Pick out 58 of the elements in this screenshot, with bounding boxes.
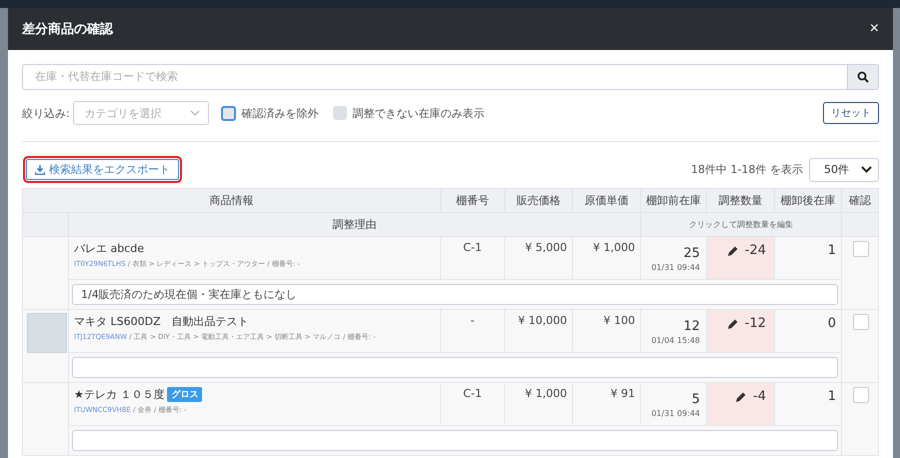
checkbox-label: 確認済みを除外: [242, 106, 319, 120]
close-button[interactable]: ×: [870, 20, 879, 38]
column-header: 棚卸後在庫: [774, 188, 842, 212]
table-cell: ¥ 5,000: [504, 236, 572, 280]
confirm-checkbox[interactable]: [853, 387, 869, 403]
reset-button[interactable]: リセット: [823, 102, 879, 124]
search-button[interactable]: [847, 64, 879, 90]
column-header: 販売価格: [504, 188, 572, 212]
search-icon: [857, 71, 869, 83]
column-header: 棚卸前在庫: [640, 188, 706, 212]
pencil-icon: [726, 244, 739, 256]
table-cell: ¥ 91: [572, 382, 640, 426]
table-cell: -: [440, 310, 504, 352]
column-header: 原価単価: [572, 188, 640, 212]
download-icon: [35, 164, 45, 174]
chevron-down-icon: [190, 110, 200, 116]
reason-field[interactable]: 1/4販売済のため現在個・実在庫ともになし: [72, 284, 838, 305]
pencil-icon: [735, 390, 748, 402]
filter-label: 絞り込み:: [22, 106, 70, 120]
table-cell: ¥ 100: [572, 310, 640, 352]
table-cell: ¥ 1,000: [504, 382, 572, 426]
stock-count: 25: [682, 246, 700, 261]
reason-field[interactable]: [72, 357, 838, 378]
column-header: 確認: [842, 188, 878, 212]
column-header: 商品情報: [22, 188, 440, 212]
reason-field[interactable]: [72, 430, 838, 451]
column-hint: クリックして調整数量を編集: [640, 212, 842, 236]
checkbox[interactable]: [220, 106, 236, 120]
column-header: 調整数量: [706, 188, 774, 212]
checkbox-label: 調整できない在庫のみ表示: [352, 106, 485, 120]
table-cell: C-1: [440, 382, 504, 426]
search-field[interactable]: 在庫・代替在庫コードで検索: [22, 64, 847, 90]
table-cell: 1: [774, 236, 842, 280]
table-cell: 0: [774, 310, 842, 352]
table-cell: 1: [774, 382, 842, 426]
pencil-icon: [726, 318, 739, 330]
window-title: 差分商品の確認: [22, 20, 113, 38]
timestamp: 01/04 15:48: [650, 336, 700, 345]
column-header: 棚番号: [440, 188, 504, 212]
stock-count: 5: [690, 392, 700, 407]
page-size-select[interactable]: 50件: [809, 158, 879, 182]
product-name: マキタ LS600DZ 自動出品テスト: [74, 314, 249, 329]
product-name: バレエ abcde: [74, 241, 144, 256]
result-count: 18件中 1-18件 を表示: [691, 162, 803, 177]
timestamp: 01/31 09:44: [650, 409, 700, 418]
stock-count: 12: [682, 319, 700, 334]
product-name: ★テレカ １０５度: [74, 387, 164, 402]
table-cell: ¥ 10,000: [504, 310, 572, 352]
adjust-quantity-button[interactable]: -4: [735, 389, 766, 404]
table-cell: ¥ 1,000: [572, 236, 640, 280]
export-button[interactable]: 検索結果をエクスポート: [23, 156, 182, 183]
product-tag: グロス: [167, 387, 202, 402]
table-cell: C-1: [440, 236, 504, 280]
confirm-checkbox[interactable]: [853, 241, 869, 257]
chevron-down-icon: [861, 166, 872, 173]
confirm-checkbox[interactable]: [853, 314, 869, 330]
column-header: 調整理由: [68, 212, 640, 236]
timestamp: 01/31 09:44: [650, 263, 700, 272]
